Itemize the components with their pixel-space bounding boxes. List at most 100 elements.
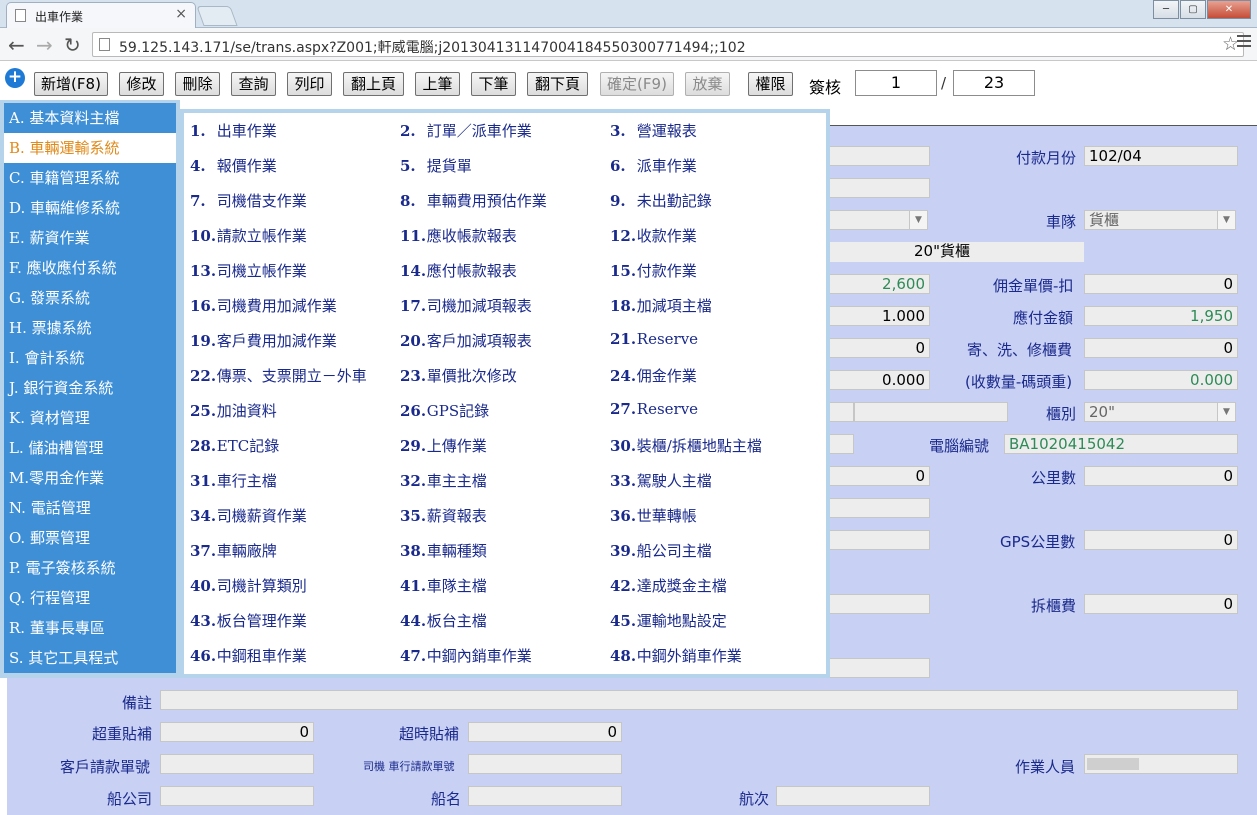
menu-item[interactable]: 6. 派車作業 — [610, 155, 697, 176]
field-zero-a[interactable]: 0 — [828, 338, 930, 358]
sidebar-item[interactable]: G. 發票系統 — [4, 283, 176, 313]
menu-item[interactable]: 34. 司機薪資作業 — [190, 505, 307, 526]
field-blank-3[interactable] — [828, 402, 854, 422]
sidebar-item[interactable]: R. 董事長專區 — [4, 613, 176, 643]
sidebar-item[interactable]: S. 其它工具程式 — [4, 643, 176, 673]
overtime-field[interactable]: 0 — [468, 722, 622, 742]
field-blank-7[interactable] — [828, 530, 930, 550]
permission-button[interactable]: 權限 — [748, 72, 793, 96]
menu-item[interactable]: 29. 上傳作業 — [400, 435, 487, 456]
menu-item[interactable]: 8. 車輛費用預估作業 — [400, 190, 547, 211]
reload-icon[interactable]: ↻ — [64, 33, 81, 57]
menu-item[interactable]: 44. 板台主檔 — [400, 610, 487, 631]
minimize-button[interactable]: ─ — [1153, 0, 1179, 19]
menu-item[interactable]: 12. 收款作業 — [610, 225, 697, 246]
ship-name-field[interactable] — [468, 786, 622, 806]
prev-record-button[interactable]: 上筆 — [415, 72, 460, 96]
menu-item[interactable]: 5. 提貨單 — [400, 155, 472, 176]
field-blank-2[interactable] — [828, 178, 930, 198]
field-blank-9[interactable] — [828, 658, 930, 678]
sidebar-item[interactable]: F. 應收應付系統 — [4, 253, 176, 283]
close-window-button[interactable]: ✕ — [1207, 0, 1251, 19]
menu-item[interactable]: 43. 板台管理作業 — [190, 610, 307, 631]
browser-menu-icon[interactable] — [1237, 35, 1251, 50]
sidebar-item[interactable]: P. 電子簽核系統 — [4, 553, 176, 583]
shipping-co-field[interactable] — [160, 786, 314, 806]
menu-item[interactable]: 28. ETC記錄 — [190, 435, 279, 456]
remark-field[interactable] — [160, 690, 1238, 710]
overweight-field[interactable]: 0 — [160, 722, 314, 742]
computer-no-field[interactable]: BA1020415042 — [1004, 434, 1238, 454]
menu-item[interactable]: 13. 司機立帳作業 — [190, 260, 307, 281]
sidebar-item[interactable]: C. 車籍管理系統 — [4, 163, 176, 193]
menu-item[interactable]: 45. 運輸地點設定 — [610, 610, 727, 631]
menu-item[interactable]: 22. 傳票、支票開立－外車 — [190, 365, 367, 386]
page-down-button[interactable]: 翻下頁 — [527, 72, 588, 96]
dock-weight-field[interactable]: 0.000 — [1084, 370, 1238, 390]
page-up-button[interactable]: 翻上頁 — [343, 72, 404, 96]
driver-invoice-field[interactable] — [468, 754, 622, 774]
menu-item[interactable]: 16. 司機費用加減作業 — [190, 295, 337, 316]
browser-tab[interactable]: 出車作業 × — [6, 2, 196, 28]
sidebar-item[interactable]: A. 基本資料主檔 — [4, 103, 176, 133]
field-blank-5[interactable] — [828, 434, 854, 454]
address-bar[interactable]: 59.125.143.171/se/trans.aspx?Z001;軒威電腦;j… — [92, 32, 1244, 57]
menu-item[interactable]: 21. Reserve — [610, 330, 698, 348]
menu-item[interactable]: 35. 薪資報表 — [400, 505, 487, 526]
field-blank-8[interactable] — [828, 594, 930, 614]
menu-item[interactable]: 25. 加油資料 — [190, 400, 277, 421]
sidebar-item[interactable]: J. 銀行資金系統 — [4, 373, 176, 403]
cust-invoice-field[interactable] — [160, 754, 314, 774]
payable-field[interactable]: 1,950 — [1084, 306, 1238, 326]
sidebar-item[interactable]: M.零用金作業 — [4, 463, 176, 493]
menu-item[interactable]: 32. 車主主檔 — [400, 470, 487, 491]
menu-item[interactable]: 41. 車隊主檔 — [400, 575, 487, 596]
sidebar-item[interactable]: H. 票據系統 — [4, 313, 176, 343]
select-blank[interactable]: ▼ — [828, 210, 928, 230]
menu-item[interactable]: 15. 付款作業 — [610, 260, 697, 281]
qty-field[interactable]: 1.000 — [828, 306, 930, 326]
menu-item[interactable]: 9. 未出勤記錄 — [610, 190, 712, 211]
print-button[interactable]: 列印 — [287, 72, 332, 96]
menu-item[interactable]: 40. 司機計算類別 — [190, 575, 307, 596]
menu-item[interactable]: 47. 中鋼內銷車作業 — [400, 645, 532, 666]
query-button[interactable]: 查詢 — [231, 72, 276, 96]
page-current-input[interactable]: 1 — [855, 70, 937, 96]
menu-item[interactable]: 2. 訂單／派車作業 — [400, 120, 532, 141]
field-blank-4[interactable] — [854, 402, 1008, 422]
confirm-button[interactable]: 確定(F9) — [600, 72, 674, 96]
menu-item[interactable]: 38. 車輛種類 — [400, 540, 487, 561]
field-blank-1[interactable] — [828, 146, 930, 166]
sidebar-item[interactable]: N. 電話管理 — [4, 493, 176, 523]
operator-field[interactable] — [1084, 754, 1238, 774]
menu-item[interactable]: 7. 司機借支作業 — [190, 190, 307, 211]
voyage-field[interactable] — [776, 786, 930, 806]
url-text[interactable]: 59.125.143.171/se/trans.aspx?Z001;軒威電腦;j… — [119, 37, 746, 57]
menu-item[interactable]: 27. Reserve — [610, 400, 698, 418]
sidebar-item[interactable]: B. 車輛運輸系統 — [4, 133, 176, 163]
menu-item[interactable]: 37. 車輛廠牌 — [190, 540, 277, 561]
menu-item[interactable]: 31. 車行主檔 — [190, 470, 277, 491]
menu-item[interactable]: 18. 加減項主檔 — [610, 295, 712, 316]
menu-item[interactable]: 14. 應付帳款報表 — [400, 260, 517, 281]
gps-km-field[interactable]: 0 — [1084, 530, 1238, 550]
plus-icon[interactable]: + — [5, 68, 25, 88]
commission-field[interactable]: 0 — [1084, 274, 1238, 294]
menu-item[interactable]: 39. 船公司主檔 — [610, 540, 712, 561]
sidebar-item[interactable]: L. 儲油槽管理 — [4, 433, 176, 463]
menu-item[interactable]: 4. 報價作業 — [190, 155, 277, 176]
menu-item[interactable]: 10. 請款立帳作業 — [190, 225, 307, 246]
price-field[interactable]: 2,600 — [828, 274, 930, 294]
edit-button[interactable]: 修改 — [119, 72, 164, 96]
storage-fee-field[interactable]: 0 — [1084, 338, 1238, 358]
maximize-button[interactable]: ▢ — [1180, 0, 1206, 19]
new-tab-button[interactable] — [196, 6, 238, 26]
menu-item[interactable]: 23. 單價批次修改 — [400, 365, 517, 386]
menu-item[interactable]: 1. 出車作業 — [190, 120, 277, 141]
menu-item[interactable]: 24. 佣金作業 — [610, 365, 697, 386]
field-zero-c[interactable]: 0 — [828, 466, 930, 486]
sidebar-item[interactable]: I. 會計系統 — [4, 343, 176, 373]
fleet-select[interactable]: 貨櫃 ▼ — [1084, 210, 1236, 230]
sidebar-item[interactable]: E. 薪資作業 — [4, 223, 176, 253]
field-blank-6[interactable] — [828, 498, 930, 518]
